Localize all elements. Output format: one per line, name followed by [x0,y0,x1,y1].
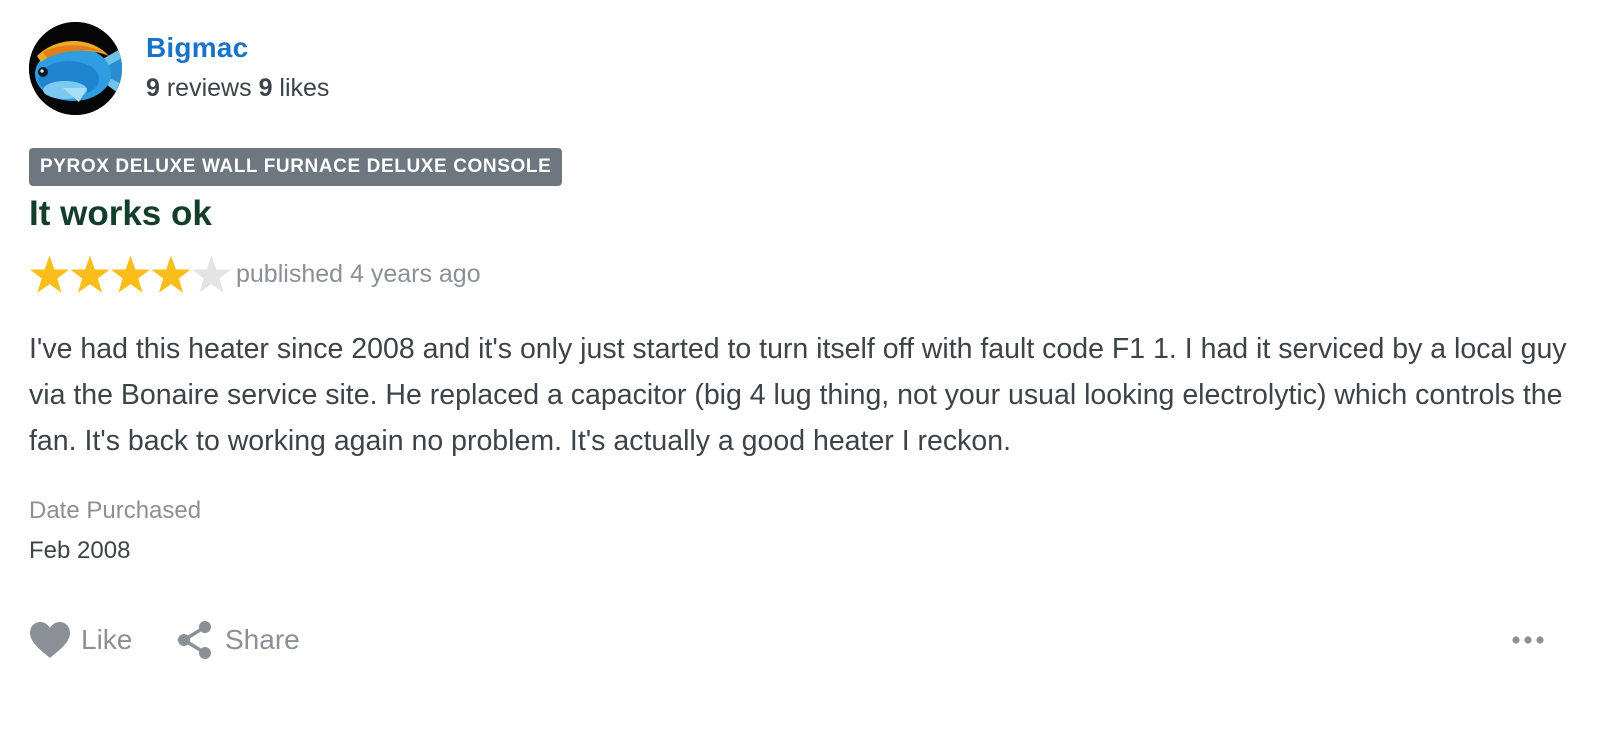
like-button[interactable]: Like [29,616,132,664]
product-badge[interactable]: PYROX DELUXE WALL FURNACE DELUXE CONSOLE [29,148,563,186]
review-actions: Like Share [29,616,1574,664]
heart-icon [30,622,70,658]
avatar[interactable] [29,22,122,115]
share-button[interactable]: Share [175,616,300,664]
review-card: Bigmac 9 reviews 9 likes PYROX DELUXE WA… [29,22,1574,712]
review-title: It works ok [29,194,212,233]
share-icon [178,621,211,659]
share-label: Share [225,624,300,655]
date-purchased-value: Feb 2008 [29,537,131,564]
star-filled-icon [151,255,191,293]
author-stats: 9 reviews 9 likes [146,74,329,103]
star-empty-icon [192,255,231,293]
star-filled-icon [70,255,110,293]
published-date: published 4 years ago [236,260,481,288]
star-filled-icon [111,255,150,293]
reviews-label: reviews [166,74,252,102]
more-options-button[interactable] [1510,622,1546,658]
more-horizontal-icon [1512,636,1544,644]
author-name-link[interactable]: Bigmac [146,32,248,64]
star-filled-icon [30,255,69,293]
fish-avatar-icon [29,22,122,115]
review-body: I've had this heater since 2008 and it's… [29,333,1567,457]
star-rating [30,255,231,293]
likes-count: 9 [258,74,273,102]
date-purchased-label: Date Purchased [29,497,202,524]
reviews-count: 9 [146,74,160,102]
likes-label: likes [279,74,330,102]
like-label: Like [81,624,133,655]
author-header: Bigmac 9 reviews 9 likes [29,22,629,118]
